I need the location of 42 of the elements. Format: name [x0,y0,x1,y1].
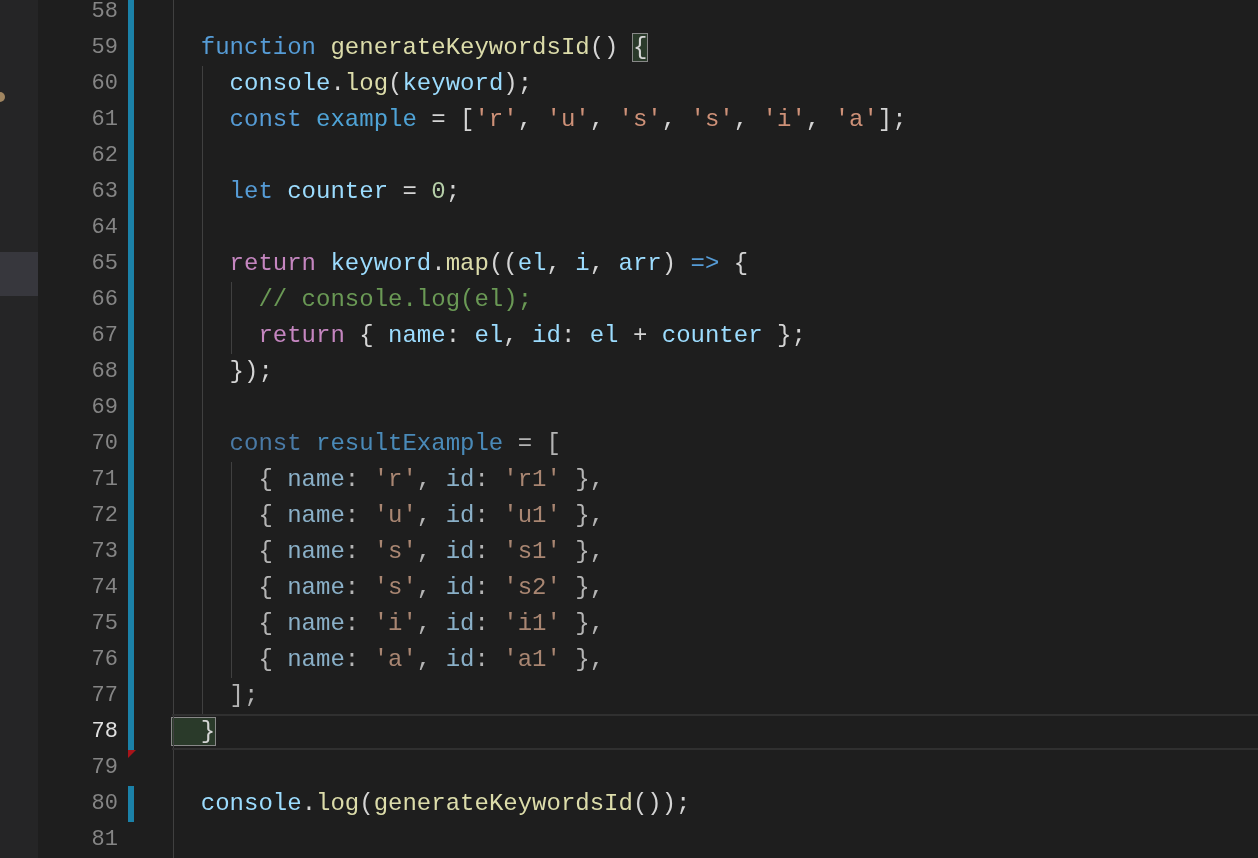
line-number: 78 [91,721,118,743]
code-line: { name: 's', id: 's2' }, [257,576,605,600]
line-number: 68 [91,361,118,383]
code-line: // console.log(el); [257,288,533,312]
line-number: 59 [91,37,118,59]
line-number: 70 [91,433,118,455]
code-line: { name: 'u', id: 'u1' }, [257,504,605,528]
line-number: 67 [91,325,118,347]
code-line: ]; [228,684,259,708]
code-line: console.log(generateKeywordsId()); [199,792,691,816]
code-line: return keyword.map((el, i, arr) => { [228,252,749,276]
code-line: console.log(keyword); [228,72,533,96]
code-line: { name: 'r', id: 'r1' }, [257,468,605,492]
line-number: 77 [91,685,118,707]
line-number: 76 [91,649,118,671]
code-line: const example = ['r', 'u', 's', 's', 'i', 'a']; [228,108,907,132]
line-number: 69 [91,397,118,419]
code-line: { name: 's', id: 's1' }, [257,540,605,564]
code-line: { name: 'a', id: 'a1' }, [257,648,605,672]
line-number: 64 [91,217,118,239]
line-number: 58 [91,1,118,23]
sidebar-item-highlight [0,252,38,296]
line-number: 75 [91,613,118,635]
code-line: const resultExample = [ [228,432,561,456]
line-number: 60 [91,73,118,95]
line-number: 74 [91,577,118,599]
line-number: 63 [91,181,118,203]
code-line: }); [228,360,273,384]
code-line: let counter = 0; [228,180,461,204]
line-number: 81 [91,829,118,851]
line-number: 72 [91,505,118,527]
code-line: function generateKeywordsId() { [199,36,648,60]
code-line: { name: 'i', id: 'i1' }, [257,612,605,636]
line-number: 79 [91,757,118,779]
line-number: 65 [91,253,118,275]
line-number: 61 [91,109,118,131]
line-number: 71 [91,469,118,491]
code-line: return { name: el, id: el + counter }; [257,324,806,348]
line-number: 80 [91,793,118,815]
line-number: 66 [91,289,118,311]
line-number: 62 [91,145,118,167]
line-number: 73 [91,541,118,563]
